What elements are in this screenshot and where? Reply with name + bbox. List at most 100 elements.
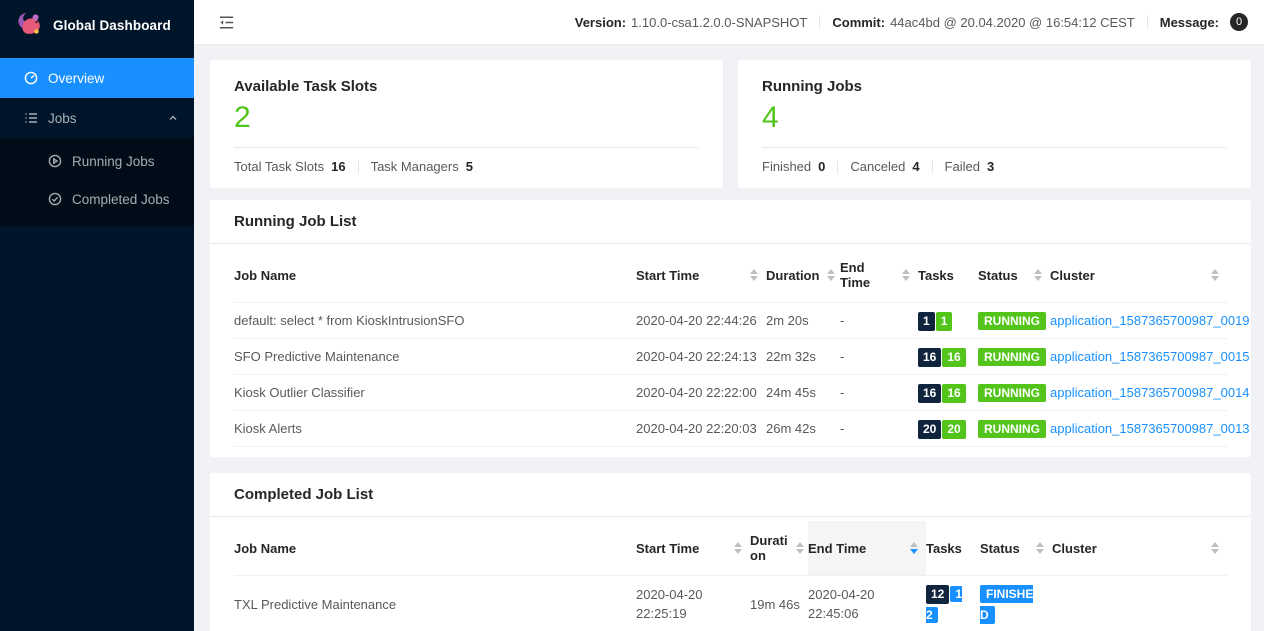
table-header-row: Job Name Start Time Duration End Time Ta…	[234, 521, 1227, 576]
sort-control[interactable]	[1211, 269, 1219, 281]
divider	[819, 15, 820, 29]
duration-cell: 2m 20s	[766, 303, 840, 339]
message-count-badge[interactable]: 0	[1230, 13, 1248, 31]
col-tasks: Tasks	[918, 248, 978, 303]
sidebar-item-jobs[interactable]: Jobs	[0, 98, 194, 138]
start-time-cell: 2020-04-20 22:20:03	[636, 411, 766, 447]
sort-control-active[interactable]	[910, 542, 918, 554]
footer-value: 0	[818, 159, 825, 174]
available-task-slots-card: Available Task Slots 2 Total Task Slots …	[210, 60, 723, 188]
cluster-cell	[1052, 576, 1227, 631]
completed-jobs-table: Job Name Start Time Duration End Time Ta…	[234, 521, 1227, 631]
commit-value: 44ac4bd @ 20.04.2020 @ 16:54:12 CEST	[890, 15, 1135, 30]
sort-control[interactable]	[902, 269, 910, 281]
footer-label: Finished	[762, 159, 811, 174]
tasks-cell: 2020	[918, 411, 978, 447]
available-task-slots-value: 2	[234, 101, 699, 135]
footer-label: Failed	[945, 159, 980, 174]
cluster-link[interactable]: application_1587365700987_0015	[1050, 349, 1250, 364]
sidebar-item-running-jobs[interactable]: Running Jobs	[0, 142, 194, 180]
sort-control[interactable]	[1211, 542, 1219, 554]
col-job-name: Job Name	[234, 521, 636, 576]
footer-value: 4	[912, 159, 919, 174]
col-start-time: Start Time	[636, 248, 766, 303]
sort-control[interactable]	[750, 269, 758, 281]
cluster-link[interactable]: application_1587365700987_0019	[1050, 313, 1250, 328]
sort-control[interactable]	[1034, 269, 1042, 281]
sort-control[interactable]	[827, 269, 835, 281]
duration-cell: 22m 32s	[766, 339, 840, 375]
col-job-name: Job Name	[234, 248, 636, 303]
table-header-row: Job Name Start Time Duration End Time Ta…	[234, 248, 1227, 303]
status-badge: RUNNING	[978, 312, 1046, 330]
col-duration: Duration	[750, 521, 808, 576]
col-status: Status	[980, 521, 1052, 576]
footer-value: 3	[987, 159, 994, 174]
list-icon	[24, 111, 38, 125]
cluster-cell: application_1587365700987_0013	[1050, 411, 1227, 447]
sort-control[interactable]	[734, 542, 742, 554]
status-cell: RUNNING	[978, 375, 1050, 411]
check-circle-icon	[48, 192, 62, 206]
tasks-running-badge: 20	[942, 420, 965, 439]
start-time-cell: 2020-04-20 22:44:26	[636, 303, 766, 339]
build-info: Version: 1.10.0-csa1.2.0.0-SNAPSHOT Comm…	[575, 13, 1248, 31]
chevron-up-icon	[168, 113, 178, 123]
sidebar: Global Dashboard Overview Jobs	[0, 0, 194, 631]
cluster-link[interactable]: application_1587365700987_0014	[1050, 385, 1250, 400]
tasks-total-badge: 16	[918, 384, 941, 403]
end-time-cell: -	[840, 339, 918, 375]
tasks-cell: 1616	[918, 375, 978, 411]
sort-control[interactable]	[1036, 542, 1044, 554]
job-name-cell: Kiosk Alerts	[234, 411, 636, 447]
tasks-running-badge: 16	[942, 348, 965, 367]
sidebar-item-completed-jobs[interactable]: Completed Jobs	[0, 180, 194, 218]
job-name-cell: TXL Predictive Maintenance	[234, 576, 636, 631]
start-time-cell: 2020-04-20 22:25:19	[636, 576, 750, 631]
table-row[interactable]: Kiosk Alerts 2020-04-20 22:20:03 26m 42s…	[234, 411, 1227, 447]
main-area: Version: 1.10.0-csa1.2.0.0-SNAPSHOT Comm…	[194, 0, 1264, 631]
table-row[interactable]: default: select * from KioskIntrusionSFO…	[234, 303, 1227, 339]
completed-job-list-card: Completed Job List Job Name Start Time D…	[210, 473, 1251, 631]
cluster-link[interactable]: application_1587365700987_0013	[1050, 421, 1250, 436]
tasks-total-badge: 16	[918, 348, 941, 367]
job-name-cell: SFO Predictive Maintenance	[234, 339, 636, 375]
col-tasks: Tasks	[926, 521, 980, 576]
job-name-cell: Kiosk Outlier Classifier	[234, 375, 636, 411]
job-name-cell: default: select * from KioskIntrusionSFO	[234, 303, 636, 339]
content: Available Task Slots 2 Total Task Slots …	[194, 44, 1264, 631]
flink-logo-icon	[14, 8, 44, 43]
end-time-cell: -	[840, 375, 918, 411]
cluster-cell: application_1587365700987_0014	[1050, 375, 1227, 411]
end-time-cell: -	[840, 303, 918, 339]
status-badge: RUNNING	[978, 348, 1046, 366]
start-time-cell: 2020-04-20 22:24:13	[636, 339, 766, 375]
tasks-running-badge: 16	[942, 384, 965, 403]
logo[interactable]: Global Dashboard	[0, 0, 194, 50]
tasks-total-badge: 12	[926, 585, 949, 604]
footer-value: 5	[466, 159, 473, 174]
menu-fold-icon[interactable]	[218, 14, 235, 31]
sort-control[interactable]	[796, 542, 804, 554]
duration-cell: 24m 45s	[766, 375, 840, 411]
app-root: Global Dashboard Overview Jobs	[0, 0, 1264, 631]
sidebar-item-overview[interactable]: Overview	[0, 58, 194, 98]
card-footer: Total Task Slots 16 Task Managers 5	[234, 147, 699, 174]
start-time-cell: 2020-04-20 22:22:00	[636, 375, 766, 411]
table-row[interactable]: Kiosk Outlier Classifier 2020-04-20 22:2…	[234, 375, 1227, 411]
duration-cell: 26m 42s	[766, 411, 840, 447]
table-row[interactable]: SFO Predictive Maintenance 2020-04-20 22…	[234, 339, 1227, 375]
footer-label: Total Task Slots	[234, 159, 324, 174]
top-bar: Version: 1.10.0-csa1.2.0.0-SNAPSHOT Comm…	[194, 0, 1264, 44]
tasks-total-badge: 20	[918, 420, 941, 439]
col-end-time: End Time	[808, 521, 926, 576]
sidebar-item-label: Overview	[48, 71, 104, 86]
stat-cards: Available Task Slots 2 Total Task Slots …	[210, 60, 1251, 188]
col-cluster: Cluster	[1050, 248, 1227, 303]
end-time-cell: -	[840, 411, 918, 447]
divider	[837, 160, 838, 174]
table-row[interactable]: TXL Predictive Maintenance 2020-04-20 22…	[234, 576, 1227, 631]
footer-label: Task Managers	[371, 159, 459, 174]
card-title: Running Job List	[210, 200, 1251, 244]
col-end-time: End Time	[840, 248, 918, 303]
